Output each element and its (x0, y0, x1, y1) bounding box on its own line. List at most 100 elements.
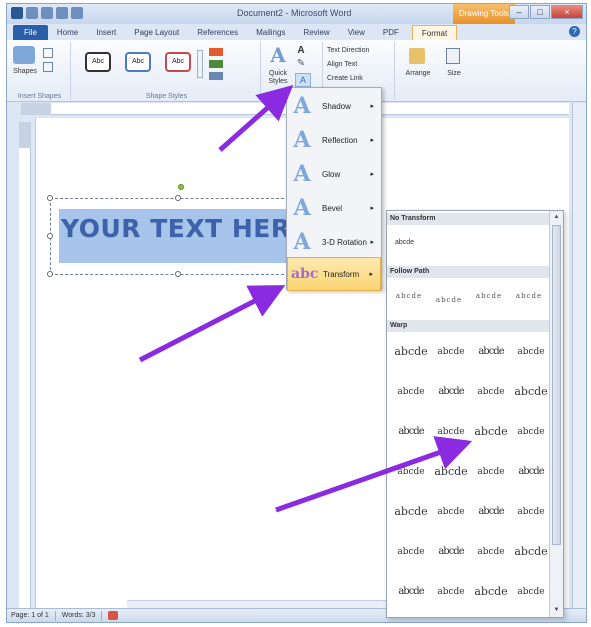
arrange-icon[interactable] (409, 48, 425, 64)
size-button[interactable]: Size (439, 70, 469, 77)
warp-option[interactable]: abcde (431, 457, 471, 487)
minimize-button[interactable]: – (509, 5, 529, 19)
warp-option[interactable]: abcde (391, 457, 431, 487)
warp-option[interactable]: abcde (471, 577, 511, 607)
warp-option[interactable]: abcde (511, 577, 551, 607)
arrange-button[interactable]: Arrange (399, 70, 437, 77)
wordart-text-box[interactable]: YOUR TEXT HER (47, 195, 294, 277)
warp-option[interactable]: abcde (391, 337, 431, 367)
follow-path-option[interactable]: abcde (509, 281, 549, 311)
tab-insert[interactable]: Insert (87, 25, 125, 40)
text-fill-icon[interactable]: A (295, 46, 307, 56)
warp-option[interactable]: abcde (391, 417, 431, 447)
warp-option[interactable]: abcde (391, 537, 431, 567)
shape-style-sample-1[interactable]: Abc (85, 52, 111, 72)
warp-option[interactable]: abcde (471, 537, 511, 567)
warp-option[interactable]: abcde (431, 497, 471, 527)
close-button[interactable]: × (551, 5, 583, 19)
resize-handle-left[interactable] (47, 233, 53, 239)
menu-item-glow[interactable]: A Glow ▸ (287, 157, 381, 191)
menu-item-shadow[interactable]: A Shadow ▸ (287, 89, 381, 123)
resize-handle-top[interactable] (175, 195, 181, 201)
tab-home[interactable]: Home (48, 25, 87, 40)
warp-option[interactable]: abcde (511, 497, 551, 527)
tab-review[interactable]: Review (294, 25, 338, 40)
proofing-icon[interactable] (108, 611, 119, 620)
warp-option[interactable]: abcde (391, 497, 431, 527)
vertical-ruler[interactable] (19, 122, 31, 608)
size-group: Size (439, 42, 469, 100)
wordart-a-icon[interactable]: A (267, 44, 289, 66)
text-box-icon[interactable] (43, 62, 53, 72)
shape-fill-icon[interactable] (209, 48, 223, 56)
shape-style-sample-2[interactable]: Abc (125, 52, 151, 72)
text-outline-icon[interactable]: ✎ (295, 59, 307, 69)
scroll-down-icon[interactable]: ▼ (552, 606, 561, 615)
resize-handle-bottom-left[interactable] (47, 271, 53, 277)
shape-styles-more-icon[interactable] (197, 50, 203, 78)
warp-option[interactable]: abcde (431, 577, 471, 607)
maximize-button[interactable]: □ (530, 5, 550, 19)
tab-format[interactable]: Format (411, 25, 458, 40)
word-app-icon[interactable] (11, 7, 23, 19)
warp-option[interactable]: abcde (391, 577, 431, 607)
tab-file[interactable]: File (13, 25, 48, 40)
rotation-handle[interactable] (178, 184, 184, 190)
text-direction-button[interactable]: Text Direction (327, 47, 369, 54)
scroll-up-icon[interactable]: ▲ (552, 213, 561, 222)
warp-option[interactable]: abcde (391, 377, 431, 407)
size-icon[interactable] (446, 48, 460, 64)
quick-styles-button[interactable]: Quick Styles (263, 70, 293, 86)
tab-pdf[interactable]: PDF (374, 25, 408, 40)
tab-page-layout[interactable]: Page Layout (125, 25, 188, 40)
menu-item-bevel[interactable]: A Bevel ▸ (287, 191, 381, 225)
resize-handle-bottom[interactable] (175, 271, 181, 277)
warp-option[interactable]: abcde (511, 377, 551, 407)
tab-mailings[interactable]: Mailings (247, 25, 294, 40)
follow-path-option[interactable]: abcde (429, 285, 469, 315)
resize-handle-top-left[interactable] (47, 195, 53, 201)
horizontal-scrollbar[interactable] (127, 600, 427, 608)
warp-option[interactable]: abcde (431, 417, 471, 447)
menu-item-3d-rotation[interactable]: A 3-D Rotation ▸ (287, 225, 381, 259)
menu-item-transform[interactable]: abc Transform ▸ (287, 257, 381, 291)
warp-option[interactable]: abcde (431, 377, 471, 407)
align-text-button[interactable]: Align Text (327, 61, 357, 68)
tab-view[interactable]: View (339, 25, 374, 40)
help-icon[interactable]: ? (569, 26, 580, 37)
follow-path-option[interactable]: abcde (389, 281, 429, 311)
warp-option[interactable]: abcde (471, 377, 511, 407)
no-transform-option[interactable]: abcde (395, 239, 414, 246)
warp-option[interactable]: abcde (471, 497, 511, 527)
redo-icon[interactable] (56, 7, 68, 19)
customize-qat-icon[interactable] (71, 7, 83, 19)
warp-option[interactable]: abcde (511, 537, 551, 567)
scrollbar-thumb[interactable] (552, 225, 561, 545)
warp-option[interactable]: abcde (431, 537, 471, 567)
undo-icon[interactable] (41, 7, 53, 19)
warp-option[interactable]: abcde (471, 337, 511, 367)
edit-shape-icon[interactable] (43, 48, 53, 58)
tab-references[interactable]: References (188, 25, 247, 40)
warp-option[interactable]: abcde (511, 337, 551, 367)
menu-item-reflection[interactable]: A Reflection ▸ (287, 123, 381, 157)
wordart-text[interactable]: YOUR TEXT HER (61, 214, 291, 243)
warp-option[interactable]: abcde (511, 417, 551, 447)
vertical-scrollbar[interactable] (572, 103, 586, 609)
shapes-label[interactable]: Shapes (11, 68, 39, 75)
shape-style-sample-3[interactable]: Abc (165, 52, 191, 72)
gallery-scrollbar[interactable]: ▲ ▼ (549, 211, 563, 617)
warp-option[interactable]: abcde (511, 457, 551, 487)
follow-path-option[interactable]: abcde (469, 281, 509, 311)
warp-option[interactable]: abcde (471, 417, 511, 447)
warp-option[interactable]: abcde (431, 337, 471, 367)
shape-effects-icon[interactable] (209, 72, 223, 80)
text-effects-button[interactable]: A (295, 73, 311, 87)
word-count[interactable]: Words: 3/3 (62, 612, 96, 619)
shape-outline-icon[interactable] (209, 60, 223, 68)
page-count[interactable]: Page: 1 of 1 (11, 612, 49, 619)
create-link-button[interactable]: Create Link (327, 75, 363, 82)
warp-option[interactable]: abcde (471, 457, 511, 487)
shapes-gallery-icon[interactable] (13, 46, 35, 64)
save-icon[interactable] (26, 7, 38, 19)
